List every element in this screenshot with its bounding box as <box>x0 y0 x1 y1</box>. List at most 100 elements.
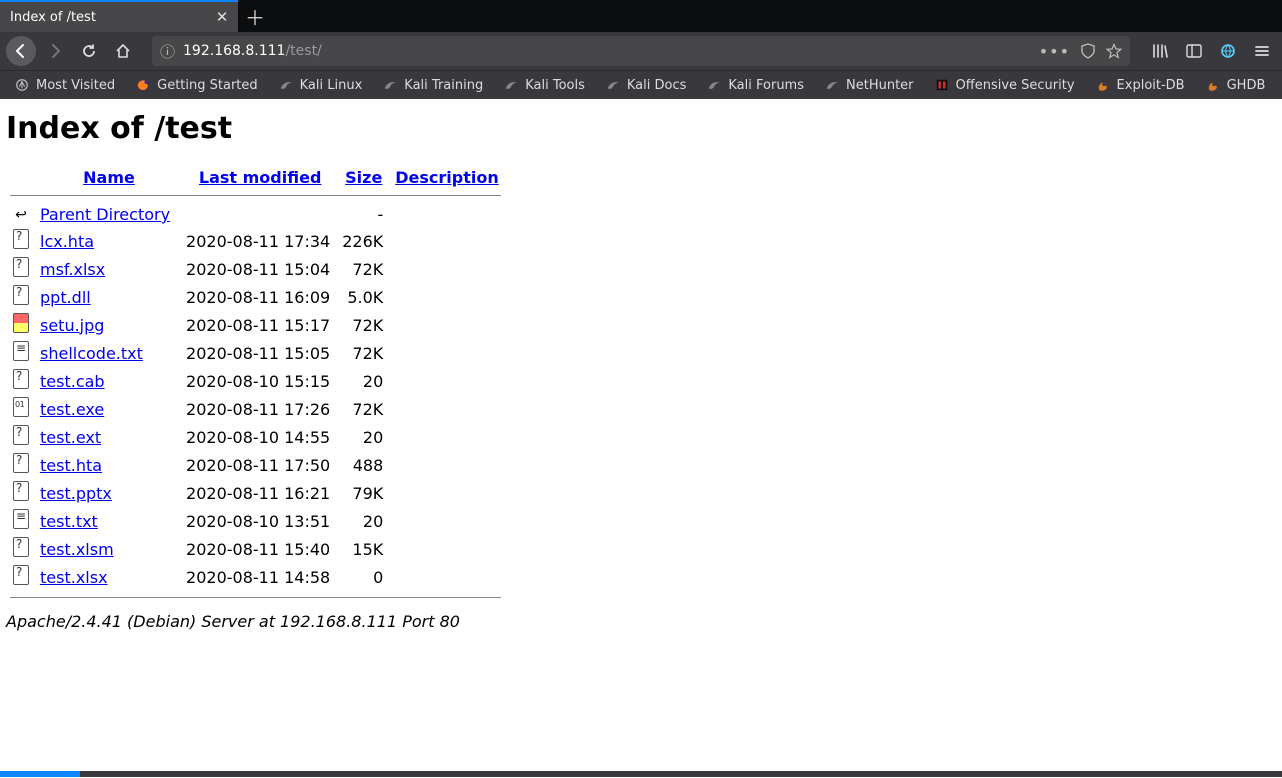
generic-file-icon <box>13 481 29 501</box>
bookmark-item[interactable]: Kali Training <box>374 73 491 97</box>
row-desc-cell <box>389 255 504 283</box>
parent-directory-link[interactable]: Parent Directory <box>40 205 170 224</box>
bookmark-label: Kali Training <box>404 78 483 93</box>
file-link[interactable]: setu.jpg <box>40 316 104 335</box>
forward-button[interactable] <box>40 36 70 66</box>
row-size-cell: 20 <box>338 367 389 395</box>
url-host: 192.168.8.111 <box>183 43 285 59</box>
row-desc-cell <box>389 423 504 451</box>
row-icon-cell <box>6 563 36 591</box>
bookmark-item[interactable]: Getting Started <box>127 73 266 97</box>
file-link[interactable]: msf.xlsx <box>40 260 105 279</box>
row-size-cell: 20 <box>338 423 389 451</box>
table-row: test.xlsm2020-08-11 15:4015K <box>6 535 505 563</box>
row-icon-cell <box>6 255 36 283</box>
bookmark-item[interactable]: Kali Tools <box>495 73 593 97</box>
file-link[interactable]: test.xlsx <box>40 568 108 587</box>
binary-file-icon <box>13 397 29 417</box>
row-icon-cell <box>6 479 36 507</box>
row-name-cell: test.xlsx <box>36 563 182 591</box>
bookmark-label: Most Visited <box>36 78 115 93</box>
bookmark-icon <box>706 77 722 93</box>
row-name-cell: test.hta <box>36 451 182 479</box>
row-desc-cell <box>389 339 504 367</box>
row-modified-cell: 2020-08-11 15:05 <box>182 339 338 367</box>
row-modified-cell: 2020-08-11 15:04 <box>182 255 338 283</box>
page-heading: Index of /test <box>6 111 1276 146</box>
row-name-cell: test.cab <box>36 367 182 395</box>
row-desc-cell <box>389 395 504 423</box>
reload-button[interactable] <box>74 36 104 66</box>
bookmark-item[interactable]: Kali Docs <box>597 73 695 97</box>
tracking-protection-icon[interactable] <box>1080 43 1096 59</box>
file-link[interactable]: test.ext <box>40 428 101 447</box>
menu-button[interactable] <box>1248 37 1276 65</box>
file-link[interactable]: test.pptx <box>40 484 112 503</box>
sidebar-button[interactable] <box>1180 37 1208 65</box>
page-actions-icon[interactable]: ••• <box>1039 42 1070 61</box>
file-link[interactable]: test.xlsm <box>40 540 114 559</box>
back-button[interactable] <box>6 36 36 66</box>
site-info-icon[interactable]: ⓘ <box>160 41 175 62</box>
row-name-cell: Parent Directory <box>36 202 182 227</box>
bookmark-item[interactable]: Most Visited <box>6 73 123 97</box>
row-name-cell: msf.xlsx <box>36 255 182 283</box>
bookmark-label: NetHunter <box>846 78 914 93</box>
bookmark-label: Kali Linux <box>300 78 363 93</box>
sort-by-modified-link[interactable]: Last modified <box>199 168 322 187</box>
new-tab-button[interactable]: ＋ <box>238 0 272 32</box>
bookmark-item[interactable]: Exploit-DB <box>1087 73 1193 97</box>
tab-strip: Index of /test ✕ ＋ <box>0 0 1282 32</box>
back-arrow-icon <box>13 43 29 59</box>
file-link[interactable]: shellcode.txt <box>40 344 143 363</box>
col-description: Description <box>389 166 504 189</box>
active-tab[interactable]: Index of /test ✕ <box>0 0 238 32</box>
file-link[interactable]: ppt.dll <box>40 288 91 307</box>
bookmark-item[interactable]: Kali Forums <box>698 73 812 97</box>
row-icon-cell: ↩ <box>6 202 36 227</box>
profile-globe-icon <box>1219 42 1237 60</box>
row-name-cell: test.xlsm <box>36 535 182 563</box>
row-desc-cell <box>389 563 504 591</box>
row-icon-cell <box>6 507 36 535</box>
text-file-icon <box>13 509 29 529</box>
library-button[interactable] <box>1146 37 1174 65</box>
bookmark-item[interactable]: NetHunter <box>816 73 922 97</box>
file-link[interactable]: test.txt <box>40 512 98 531</box>
url-bar[interactable]: ⓘ 192.168.8.111/test/ ••• <box>152 36 1130 66</box>
table-header-row: Name Last modified Size Description <box>6 166 505 189</box>
bookmark-item[interactable]: MSFU <box>1277 73 1282 97</box>
url-text: 192.168.8.111/test/ <box>183 43 1031 59</box>
row-size-cell: 20 <box>338 507 389 535</box>
bookmark-star-icon[interactable] <box>1106 43 1122 59</box>
sort-by-name-link[interactable]: Name <box>83 168 135 187</box>
row-modified-cell: 2020-08-10 15:15 <box>182 367 338 395</box>
bookmark-item[interactable]: GHDB <box>1197 73 1274 97</box>
file-link[interactable]: test.cab <box>40 372 105 391</box>
home-button[interactable] <box>108 36 138 66</box>
row-icon-cell <box>6 339 36 367</box>
row-name-cell: test.pptx <box>36 479 182 507</box>
tab-title: Index of /test <box>10 10 214 25</box>
close-tab-icon[interactable]: ✕ <box>214 9 230 25</box>
toolbar-right <box>1146 37 1276 65</box>
file-link[interactable]: lcx.hta <box>40 232 94 251</box>
profile-button[interactable] <box>1214 37 1242 65</box>
status-progress <box>0 771 80 777</box>
generic-file-icon <box>13 257 29 277</box>
forward-arrow-icon <box>47 43 63 59</box>
row-size-cell: 72K <box>338 255 389 283</box>
sort-by-description-link[interactable]: Description <box>395 168 498 187</box>
row-name-cell: ppt.dll <box>36 283 182 311</box>
file-link[interactable]: test.hta <box>40 456 102 475</box>
bookmark-icon <box>1095 77 1111 93</box>
bookmark-item[interactable]: Kali Linux <box>270 73 371 97</box>
server-signature: Apache/2.4.41 (Debian) Server at 192.168… <box>6 612 1276 631</box>
library-icon <box>1151 42 1169 60</box>
row-desc-cell <box>389 451 504 479</box>
table-row: shellcode.txt2020-08-11 15:0572K <box>6 339 505 367</box>
bookmark-item[interactable]: Offensive Security <box>926 73 1083 97</box>
file-link[interactable]: test.exe <box>40 400 104 419</box>
row-name-cell: test.exe <box>36 395 182 423</box>
sort-by-size-link[interactable]: Size <box>345 168 382 187</box>
